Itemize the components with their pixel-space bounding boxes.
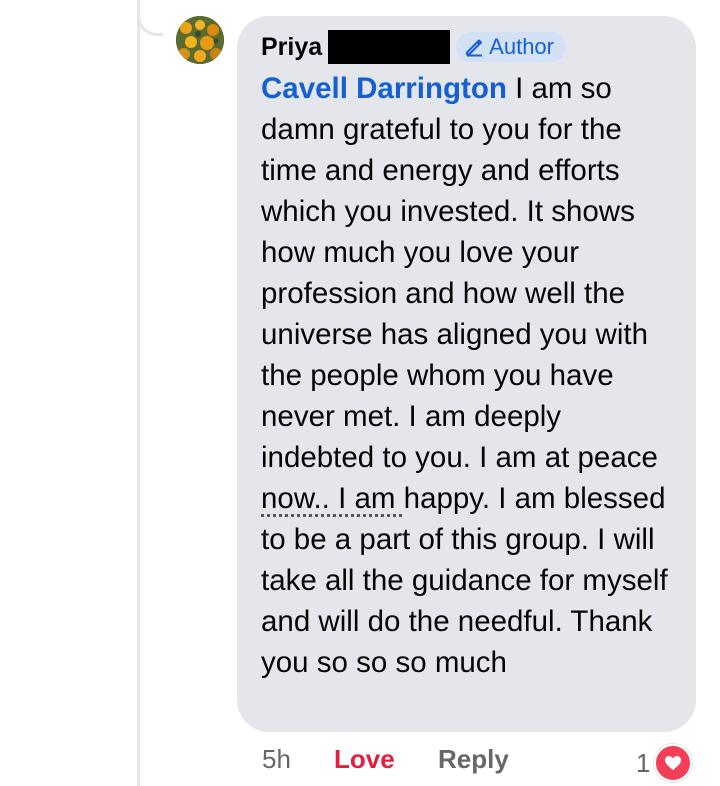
redaction-box — [328, 30, 451, 64]
reaction-summary[interactable]: 1 — [636, 744, 693, 782]
reply-button[interactable]: Reply — [438, 744, 509, 775]
comment-text-underlined: now.. I am — [261, 482, 404, 515]
author-name[interactable]: Priya — [261, 33, 322, 62]
comment-header: Priya Author — [261, 30, 672, 64]
avatar[interactable] — [176, 16, 224, 64]
comment-text-part1: I am so damn grateful to you for the tim… — [261, 72, 658, 474]
heart-icon — [654, 744, 693, 782]
reaction-count: 1 — [636, 747, 651, 778]
comment-bubble: Priya Author Cavell Darrington I am so d… — [237, 16, 696, 732]
pencil-icon — [466, 39, 483, 57]
thread-connector — [137, 0, 163, 36]
thread-line — [137, 0, 140, 786]
comment-actions: 5h Love Reply 1 — [262, 744, 720, 784]
timestamp[interactable]: 5h — [262, 744, 291, 775]
avatar-image — [176, 16, 224, 64]
love-button[interactable]: Love — [334, 744, 395, 775]
author-badge-label: Author — [489, 34, 554, 59]
comment-text: Cavell Darrington I am so damn grateful … — [261, 68, 672, 683]
author-badge: Author — [456, 32, 566, 62]
mention-link[interactable]: Cavell Darrington — [261, 72, 507, 105]
